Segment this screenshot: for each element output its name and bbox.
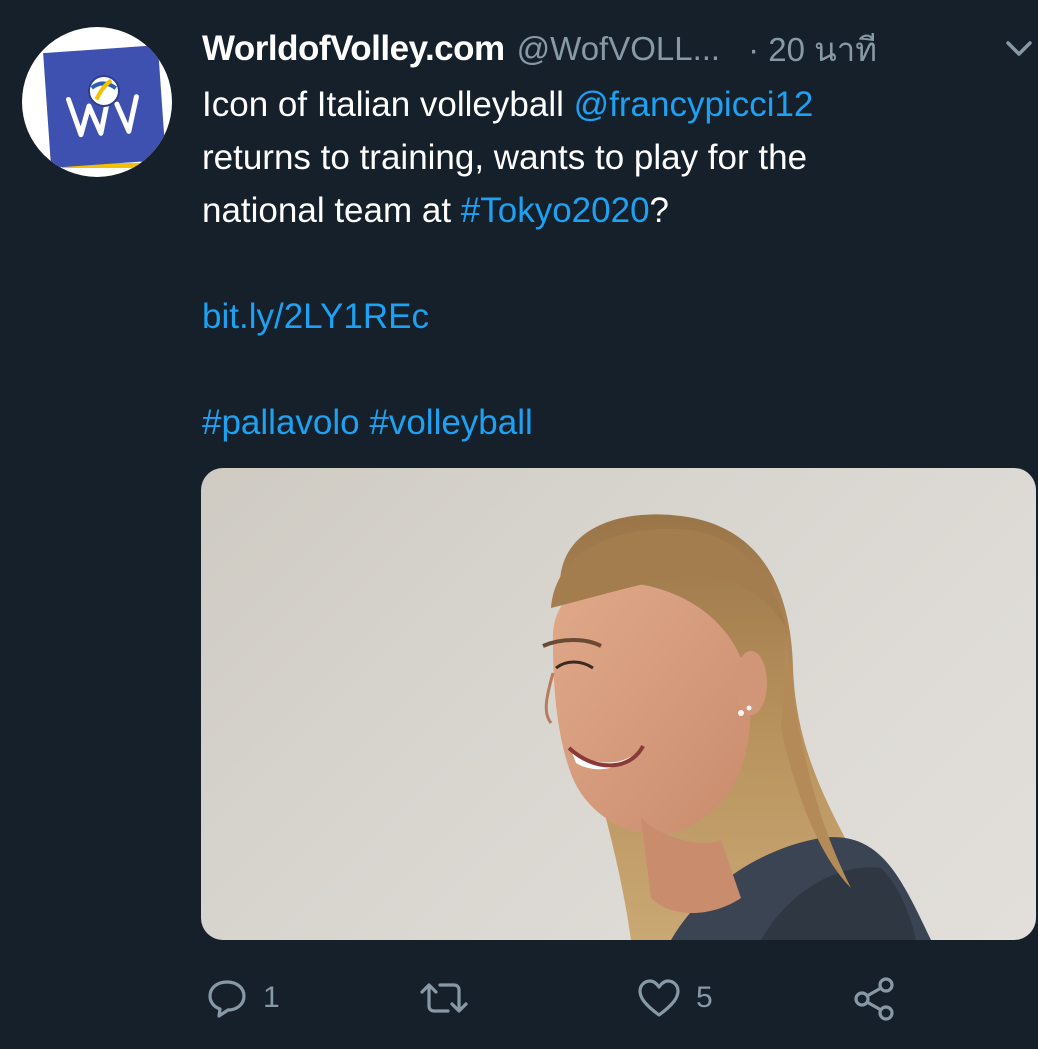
tweet-text: Icon of Italian volleyball @francypicci1… [202,78,1002,449]
share-icon [854,977,894,1021]
reply-icon [208,980,246,1018]
author-display-name[interactable]: WorldofVolley.com [202,29,505,69]
hashtag-link-pallavolo[interactable]: #pallavolo [202,403,360,442]
tweet-text-line-2: returns to training, wants to play for t… [202,138,808,177]
tweet-text-segment: Icon of Italian volleyball [202,85,574,124]
tweet-media-photo[interactable] [201,468,1036,940]
url-link[interactable]: bit.ly/2LY1REc [202,297,429,336]
heart-icon [638,979,680,1017]
tweet-card[interactable]: WorldofVolley.com @WofVOLL... · 20 นาที … [0,0,1038,1049]
author-handle[interactable]: @WofVOLL... [517,30,720,68]
mention-link[interactable]: @francypicci12 [574,85,814,124]
reply-count: 1 [263,981,280,1014]
hashtag-link-tokyo2020[interactable]: #Tokyo2020 [461,191,650,230]
tweet-text-line-hashtags: #pallavolo #volleyball [202,396,1002,449]
avatar[interactable] [22,27,172,177]
tweet-text-segment: ? [649,191,670,230]
photo-icon [542,514,931,940]
tweet-header: WorldofVolley.com @WofVOLL... · 20 นาที [202,26,877,72]
tweet-text-segment: national team at [202,191,461,230]
tweet-text-line-3: national team at #Tokyo2020? [202,184,1002,237]
like-button[interactable]: 5 [636,970,713,1026]
tweet-timestamp[interactable]: · 20 นาที [748,23,877,76]
reply-button[interactable]: 1 [205,970,280,1026]
chevron-down-icon[interactable] [1004,38,1034,60]
like-count: 5 [696,981,713,1014]
tweet-text-line-1: Icon of Italian volleyball @francypicci1… [202,78,1002,131]
tweet-actions: 1 5 [0,970,1038,1026]
wov-logo-icon [65,74,139,138]
hashtag-link-volleyball[interactable]: #volleyball [369,403,532,442]
retweet-button[interactable] [418,970,484,1026]
tweet-text-line-url: bit.ly/2LY1REc [202,290,1002,343]
retweet-icon [420,983,468,1013]
share-button[interactable] [852,970,898,1026]
